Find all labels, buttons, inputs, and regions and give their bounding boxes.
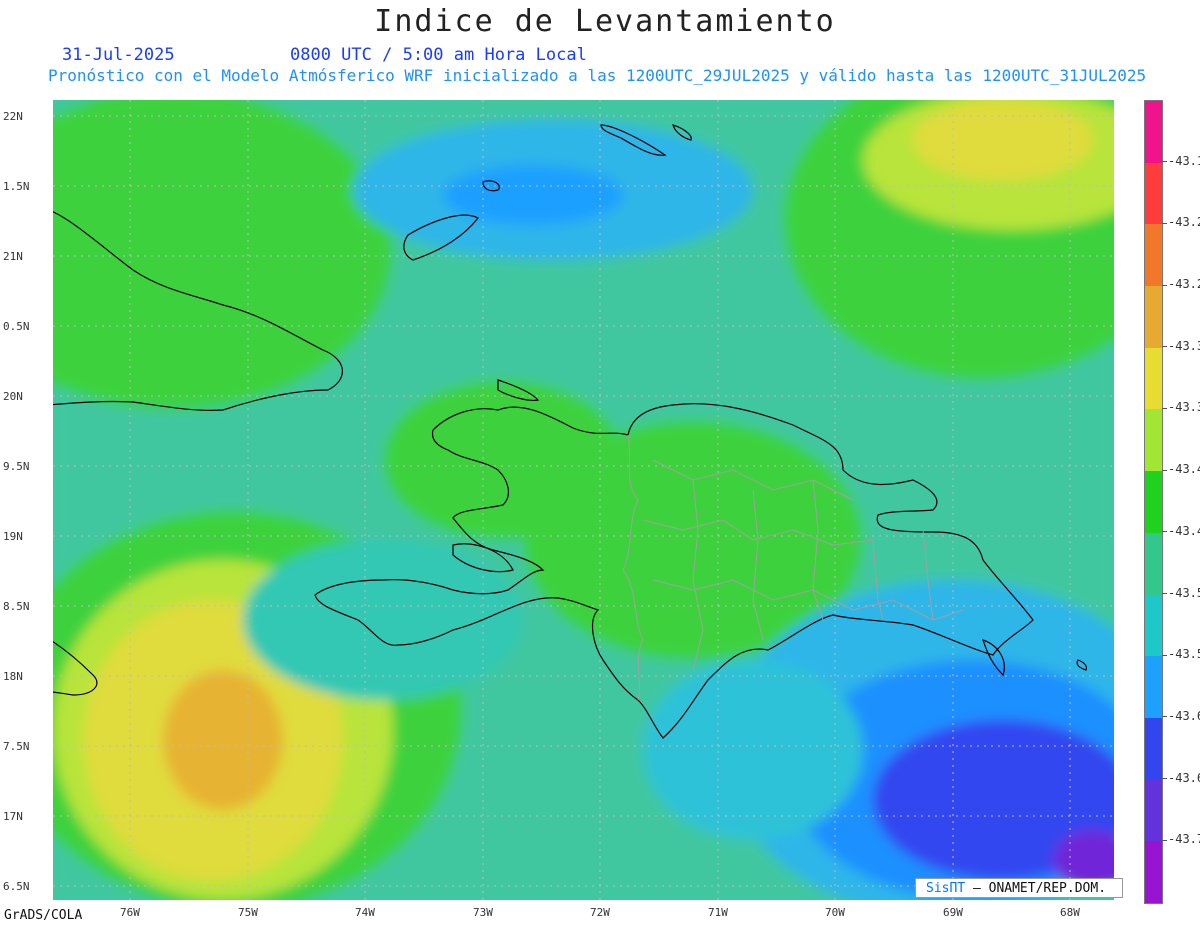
colorbar-tick [1162,531,1167,533]
lon-label: 71W [708,906,728,919]
colorbar-tick [1162,284,1167,286]
colorbar-tick [1162,161,1167,163]
colorbar-tick [1162,407,1167,409]
lat-label: 6.5N [3,880,30,893]
lat-label: 9.5N [3,460,30,473]
lifted-index-map [53,100,1114,900]
colorbar-segment [1145,594,1162,657]
colorbar-tick [1162,654,1167,656]
lat-label: 1.5N [3,180,30,193]
colorbar-label: -43.3 [1168,338,1200,353]
colorbar-label: -43.4 [1168,523,1200,538]
colorbar-label: -43.6 [1168,770,1200,785]
credit-text: – ONAMET/REP.DOM. [972,881,1107,896]
lat-label: 19N [3,530,23,543]
forecast-date: 31-Jul-2025 [62,45,175,65]
lon-label: 70W [825,906,845,919]
colorbar-tick [1162,778,1167,780]
colorbar-segment [1145,286,1162,348]
page-title: Indice de Levantamiento [374,4,836,39]
grads-footer: GrADS/COLA [4,908,83,923]
lat-label: 20N [3,390,23,403]
map-area [53,100,1114,900]
colorbar-label: -43.7 [1168,832,1200,847]
field-shading [53,100,1114,900]
colorbar-segment [1145,779,1162,842]
colorbar-label: -43.1 [1168,153,1200,168]
lat-label: 17N [3,810,23,823]
lon-label: 69W [943,906,963,919]
colorbar-tick [1162,469,1167,471]
colorbar-label: -43.6 [1168,708,1200,723]
lon-label: 68W [1060,906,1080,919]
model-subtitle: Pronóstico con el Modelo Atmósferico WRF… [48,66,1147,85]
colorbar-segment [1145,101,1162,163]
colorbar-segment [1145,162,1162,225]
forecast-time: 0800 UTC / 5:00 am Hora Local [290,45,587,65]
colorbar-segment [1145,532,1162,595]
lat-label: 7.5N [3,740,30,753]
lon-label: 76W [120,906,140,919]
colorbar [1144,100,1163,904]
lat-label: 8.5N [3,600,30,613]
colorbar-tick [1162,839,1167,841]
lon-label: 72W [590,906,610,919]
colorbar-label: -43.3 [1168,400,1200,415]
colorbar-label: -43.2 [1168,277,1200,292]
credit-box: SisПT – ONAMET/REP.DOM. [915,878,1123,898]
lon-label: 75W [238,906,258,919]
colorbar-tick [1162,716,1167,718]
colorbar-segment [1145,409,1162,472]
colorbar-segment [1145,841,1162,903]
colorbar-tick [1162,593,1167,595]
lat-label: 22N [3,110,23,123]
colorbar-label: -43.5 [1168,585,1200,600]
lon-label: 73W [473,906,493,919]
colorbar-label: -43.5 [1168,647,1200,662]
colorbar-label: -43.2 [1168,215,1200,230]
lat-label: 18N [3,670,23,683]
colorbar-segment [1145,471,1162,533]
lat-label: 0.5N [3,320,30,333]
colorbar-segment [1145,224,1162,287]
colorbar-tick [1162,222,1167,224]
colorbar-label: -43.4 [1168,462,1200,477]
colorbar-segment [1145,347,1162,410]
colorbar-segment [1145,656,1162,718]
colorbar-tick [1162,346,1167,348]
lon-label: 74W [355,906,375,919]
sispi-logo: SisПT [926,881,966,896]
lat-label: 21N [3,250,23,263]
colorbar-segment [1145,717,1162,780]
